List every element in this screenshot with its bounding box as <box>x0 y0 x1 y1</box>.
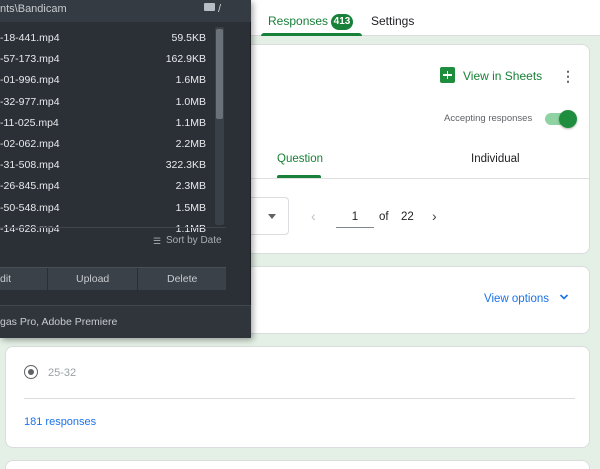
file-list-separator <box>0 227 226 228</box>
view-in-sheets-link[interactable]: View in Sheets <box>463 69 542 83</box>
sheets-icon[interactable] <box>440 67 455 83</box>
file-name: -32-977.mp4 <box>0 95 60 108</box>
subtab-divider <box>211 178 589 179</box>
accepting-responses-toggle[interactable] <box>545 110 577 128</box>
file-row[interactable]: -11-025.mp4 1.1MB <box>0 112 214 133</box>
file-size: 1.1MB <box>175 116 206 129</box>
file-name: -31-508.mp4 <box>0 159 60 172</box>
file-name: -14-628.mp4 <box>0 222 60 235</box>
chevron-down-icon[interactable] <box>559 292 569 302</box>
accepting-responses-label: Accepting responses <box>444 113 533 124</box>
file-size: 322.3KB <box>165 159 206 172</box>
file-row[interactable]: -32-977.mp4 1.0MB <box>0 91 214 112</box>
file-row[interactable]: -31-508.mp4 322.3KB <box>0 154 214 175</box>
file-manager-pathbar: nts\Bandicam / <box>0 0 251 22</box>
file-name: -57-173.mp4 <box>0 53 60 66</box>
edit-button[interactable]: dit <box>0 273 11 285</box>
responses-count-link[interactable]: 181 responses <box>24 416 96 428</box>
file-row[interactable]: -02-062.mp4 2.2MB <box>0 133 214 154</box>
chevron-left-icon[interactable]: ‹ <box>311 208 316 224</box>
question-dropdown[interactable] <box>247 197 289 235</box>
file-size: 162.9KB <box>165 53 206 66</box>
path-suffix: / <box>218 3 222 15</box>
footer-text: gas Pro, Adobe Premiere <box>0 316 118 328</box>
file-manager-footer: gas Pro, Adobe Premiere <box>0 305 251 338</box>
question-card <box>5 346 590 448</box>
file-name: -11-025.mp4 <box>0 116 59 129</box>
page-number-input[interactable]: 1 <box>336 206 374 228</box>
file-list: -18-441.mp4 59.5KB -57-173.mp4 162.9KB -01… <box>0 27 214 239</box>
file-name: -02-062.mp4 <box>0 137 60 150</box>
file-size: 1.1MB <box>175 222 206 235</box>
sort-icon[interactable]: ☰ <box>153 236 161 247</box>
file-size: 1.0MB <box>175 95 206 108</box>
responses-count-badge: 413 <box>331 14 353 30</box>
file-size: 2.3MB <box>175 180 206 193</box>
button-divider <box>47 268 48 291</box>
file-manager-window: nts\Bandicam / -18-441.mp4 59.5KB -57-173… <box>0 0 251 338</box>
file-row[interactable]: -01-996.mp4 1.6MB <box>0 69 214 90</box>
toggle-knob <box>559 110 577 128</box>
file-name: -26-845.mp4 <box>0 180 60 193</box>
tab-settings[interactable]: Settings <box>371 14 414 28</box>
upload-button[interactable]: Upload <box>76 273 109 285</box>
file-row[interactable]: -57-173.mp4 162.9KB <box>0 48 214 69</box>
view-options-button[interactable]: View options <box>484 293 549 305</box>
file-size: 2.2MB <box>175 137 206 150</box>
pagination-total: 22 <box>401 211 414 223</box>
tab-responses[interactable]: Responses <box>268 14 328 28</box>
file-size: 1.6MB <box>175 74 206 87</box>
subtab-individual[interactable]: Individual <box>471 153 520 165</box>
pagination-of-label: of <box>379 211 389 223</box>
delete-button[interactable]: Delete <box>167 273 197 285</box>
subtab-question[interactable]: Question <box>277 153 323 165</box>
file-action-bar: dit Upload Delete <box>0 267 226 291</box>
dropdown-arrow-icon <box>268 214 276 219</box>
file-manager-path: nts\Bandicam <box>0 3 67 15</box>
file-row[interactable]: -18-441.mp4 59.5KB <box>0 27 214 48</box>
radio-option-label: 25-32 <box>48 367 77 379</box>
question-divider <box>24 398 575 399</box>
folder-icon[interactable] <box>204 3 215 11</box>
sort-by-date-button[interactable]: Sort by Date <box>166 235 222 246</box>
file-size: 1.5MB <box>175 201 206 214</box>
next-card <box>5 460 590 469</box>
radio-option <box>24 365 38 379</box>
tab-active-indicator <box>261 33 362 36</box>
file-name: -01-996.mp4 <box>0 74 60 87</box>
file-size: 59.5KB <box>171 32 206 44</box>
chevron-right-icon[interactable]: › <box>432 208 437 224</box>
file-name: -18-441.mp4 <box>0 32 60 44</box>
scrollbar-thumb[interactable] <box>216 29 223 119</box>
more-vert-icon[interactable]: ⋮ <box>560 67 576 85</box>
button-divider <box>137 268 138 291</box>
file-row[interactable]: -26-845.mp4 2.3MB <box>0 175 214 196</box>
file-name: -50-548.mp4 <box>0 201 60 214</box>
file-row[interactable]: -50-548.mp4 1.5MB <box>0 197 214 218</box>
